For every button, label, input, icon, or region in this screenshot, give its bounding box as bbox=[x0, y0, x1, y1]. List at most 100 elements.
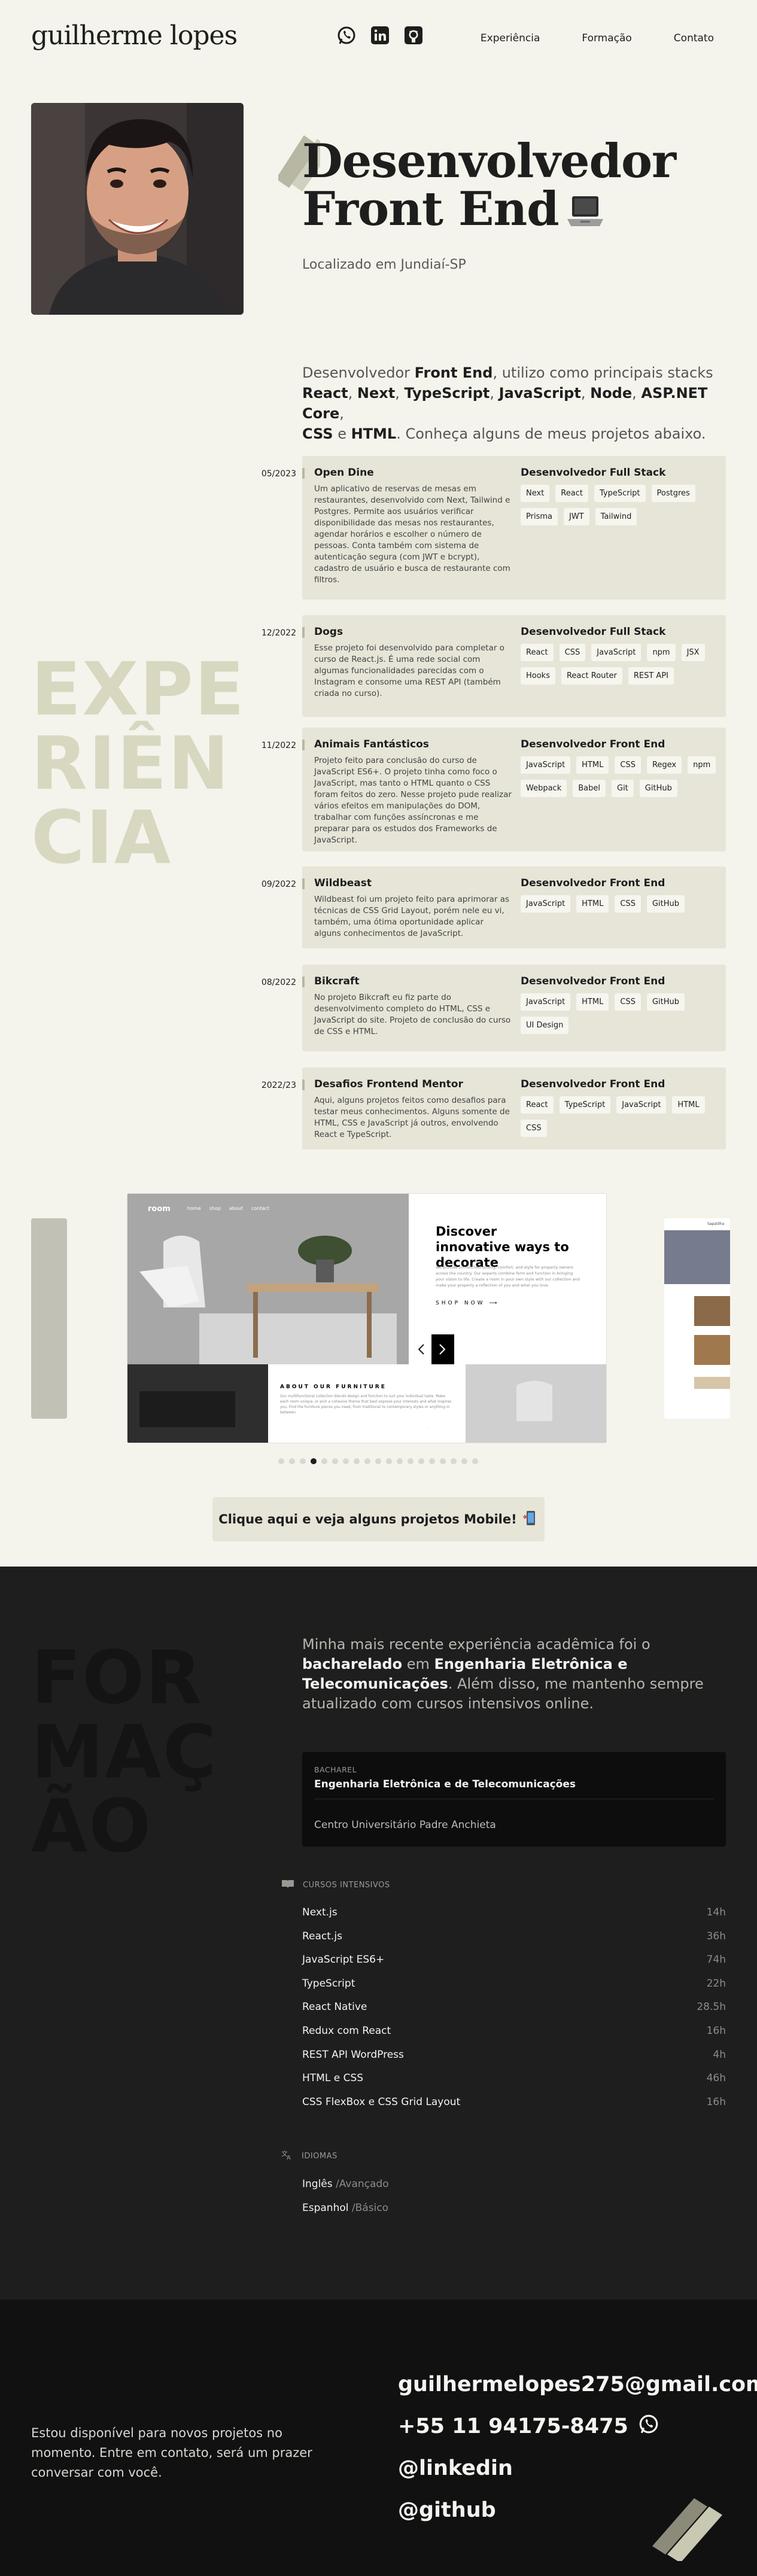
course-name: Redux com React bbox=[302, 2024, 391, 2037]
carousel-next-slide[interactable]: Sapatilha bbox=[664, 1218, 730, 1419]
carousel-dot[interactable] bbox=[364, 1458, 370, 1464]
project-role: Desenvolvedor Front End bbox=[521, 738, 665, 750]
carousel-dot[interactable] bbox=[300, 1458, 306, 1464]
contact-text: Estou disponível para novos projetos no … bbox=[31, 2426, 312, 2480]
tech-tag: HTML bbox=[576, 895, 609, 913]
room-shop-now[interactable]: SHOP NOW ⟶ bbox=[436, 1300, 499, 1306]
course-row: Redux com React 16h bbox=[302, 2025, 726, 2049]
phone-link[interactable]: +55 11 94175-8475 bbox=[398, 2405, 757, 2447]
mobile-phone-icon bbox=[522, 1510, 539, 1529]
project-description: Wildbeast foi um projeto feito para apri… bbox=[314, 895, 510, 938]
carousel-dot[interactable] bbox=[278, 1458, 284, 1464]
carousel-dot[interactable] bbox=[429, 1458, 435, 1464]
carousel-dots bbox=[278, 1458, 478, 1464]
social-links bbox=[335, 24, 425, 47]
tech-tag: UI Design bbox=[521, 1017, 569, 1034]
profile-photo bbox=[31, 103, 244, 315]
card-marker bbox=[302, 977, 305, 987]
course-hours: 36h bbox=[706, 1930, 726, 1942]
tech-tag: Next bbox=[521, 485, 550, 502]
course-row: React.js 36h bbox=[302, 1930, 726, 1954]
card-marker bbox=[302, 740, 305, 750]
nav-formacao[interactable]: Formação bbox=[582, 32, 631, 44]
tech-tag: JavaScript bbox=[521, 993, 571, 1011]
github-icon[interactable] bbox=[402, 24, 425, 47]
course-hours: 14h bbox=[706, 1906, 726, 1918]
course-row: TypeScript 22h bbox=[302, 1978, 726, 2002]
linkedin-icon[interactable] bbox=[369, 24, 391, 47]
experience-card[interactable]: Dogs Esse projeto foi desenvolvido para c… bbox=[302, 615, 726, 717]
experience-card[interactable]: Bikcraft No projeto Bikcraft eu fiz parte… bbox=[302, 965, 726, 1051]
project-role: Desenvolvedor Front End bbox=[521, 975, 665, 987]
carousel-dot[interactable] bbox=[375, 1458, 381, 1464]
experience-card[interactable]: Wildbeast Wildbeast foi um projeto feito … bbox=[302, 866, 726, 948]
carousel-dot[interactable] bbox=[408, 1458, 414, 1464]
tech-tag: React bbox=[555, 485, 588, 502]
tech-tag: GitHub bbox=[646, 993, 685, 1011]
email-link[interactable]: guilhermelopes275@gmail.com bbox=[398, 2364, 757, 2405]
linkedin-link[interactable]: @linkedin bbox=[398, 2447, 757, 2489]
tech-tag: JavaScript bbox=[521, 895, 571, 913]
room-menu: home shop about contact bbox=[187, 1206, 269, 1211]
formation-big-title: FOR MAÇ ÃO bbox=[31, 1635, 218, 1869]
carousel-dot[interactable] bbox=[332, 1458, 338, 1464]
whatsapp-icon bbox=[638, 2413, 659, 2440]
carousel-dot[interactable] bbox=[311, 1458, 317, 1464]
course-name: HTML e CSS bbox=[302, 2072, 364, 2085]
carousel-dot[interactable] bbox=[472, 1458, 478, 1464]
experience-card[interactable]: Animais Fantásticos Projeto feito para co… bbox=[302, 728, 726, 851]
carousel-dot[interactable] bbox=[451, 1458, 457, 1464]
carousel-dot[interactable] bbox=[343, 1458, 349, 1464]
carousel-dot[interactable] bbox=[397, 1458, 403, 1464]
nav-contato[interactable]: Contato bbox=[674, 32, 714, 44]
course-hours: 16h bbox=[706, 2096, 726, 2108]
tech-tag: npm bbox=[647, 644, 676, 661]
tech-tags: React TypeScript JavaScript HTML CSS bbox=[521, 1096, 718, 1137]
course-row: HTML e CSS 46h bbox=[302, 2072, 726, 2096]
mobile-projects-button[interactable]: Clique aqui e veja alguns projetos Mobil… bbox=[212, 1497, 545, 1541]
project-name: Desafios Frontend Mentor bbox=[314, 1078, 463, 1090]
carousel-dot[interactable] bbox=[418, 1458, 424, 1464]
formation-intro: Minha mais recente experiência acadêmica… bbox=[302, 1636, 704, 1712]
tech-tag: Git bbox=[612, 780, 634, 797]
tech-tag: Tailwind bbox=[595, 508, 637, 525]
stripes-decoration bbox=[649, 2492, 727, 2563]
course-row: REST API WordPress 4h bbox=[302, 2049, 726, 2073]
tech-tag: React bbox=[521, 644, 554, 661]
experience-date: 11/2022 bbox=[261, 741, 296, 750]
tech-tag: GitHub bbox=[646, 895, 685, 913]
experience-date: 12/2022 bbox=[261, 628, 296, 638]
tech-tag: Regex bbox=[646, 756, 682, 774]
intro-paragraph: Desenvolvedor Front End, utilizo como pr… bbox=[302, 364, 713, 442]
carousel-dot[interactable] bbox=[321, 1458, 327, 1464]
project-description: Aqui, alguns projetos feitos como desafi… bbox=[314, 1096, 510, 1139]
experience-card[interactable]: Open Dine Um aplicativo de reservas de me… bbox=[302, 456, 726, 600]
hero-title-line1: Desenvolvedor bbox=[302, 134, 676, 188]
tech-tag: JWT bbox=[563, 508, 589, 525]
room-about-title: ABOUT OUR FURNITURE bbox=[280, 1384, 387, 1390]
carousel-dot[interactable] bbox=[440, 1458, 446, 1464]
tech-tag: CSS bbox=[615, 756, 641, 774]
site-logo[interactable]: guilherme lopes bbox=[31, 20, 238, 51]
tech-tag: CSS bbox=[559, 644, 586, 661]
project-name: Dogs bbox=[314, 626, 343, 638]
experience-card[interactable]: Desafios Frontend Mentor Aqui, alguns pro… bbox=[302, 1067, 726, 1149]
tech-tag: HTML bbox=[576, 756, 609, 774]
carousel-dot[interactable] bbox=[354, 1458, 360, 1464]
room-body: We provide unmatched quality, comfort, a… bbox=[436, 1265, 580, 1288]
course-name: Next.js bbox=[302, 1906, 338, 1918]
language-name: Espanhol bbox=[302, 2202, 349, 2214]
nav-experiencia[interactable]: Experiência bbox=[481, 32, 540, 44]
tech-tag: Prisma bbox=[521, 508, 558, 525]
course-row: React Native 28.5h bbox=[302, 2001, 726, 2025]
carousel-dot[interactable] bbox=[461, 1458, 467, 1464]
carousel-prev-slide[interactable] bbox=[31, 1218, 67, 1419]
carousel-current-slide[interactable]: room home shop about contact Discover in… bbox=[127, 1194, 606, 1443]
course-hours: 28.5h bbox=[697, 2001, 726, 2014]
card-marker bbox=[302, 878, 305, 889]
carousel-dot[interactable] bbox=[289, 1458, 295, 1464]
tech-tag: Hooks bbox=[521, 667, 555, 685]
project-name: Wildbeast bbox=[314, 877, 372, 889]
whatsapp-icon[interactable] bbox=[335, 24, 358, 47]
carousel-dot[interactable] bbox=[386, 1458, 392, 1464]
